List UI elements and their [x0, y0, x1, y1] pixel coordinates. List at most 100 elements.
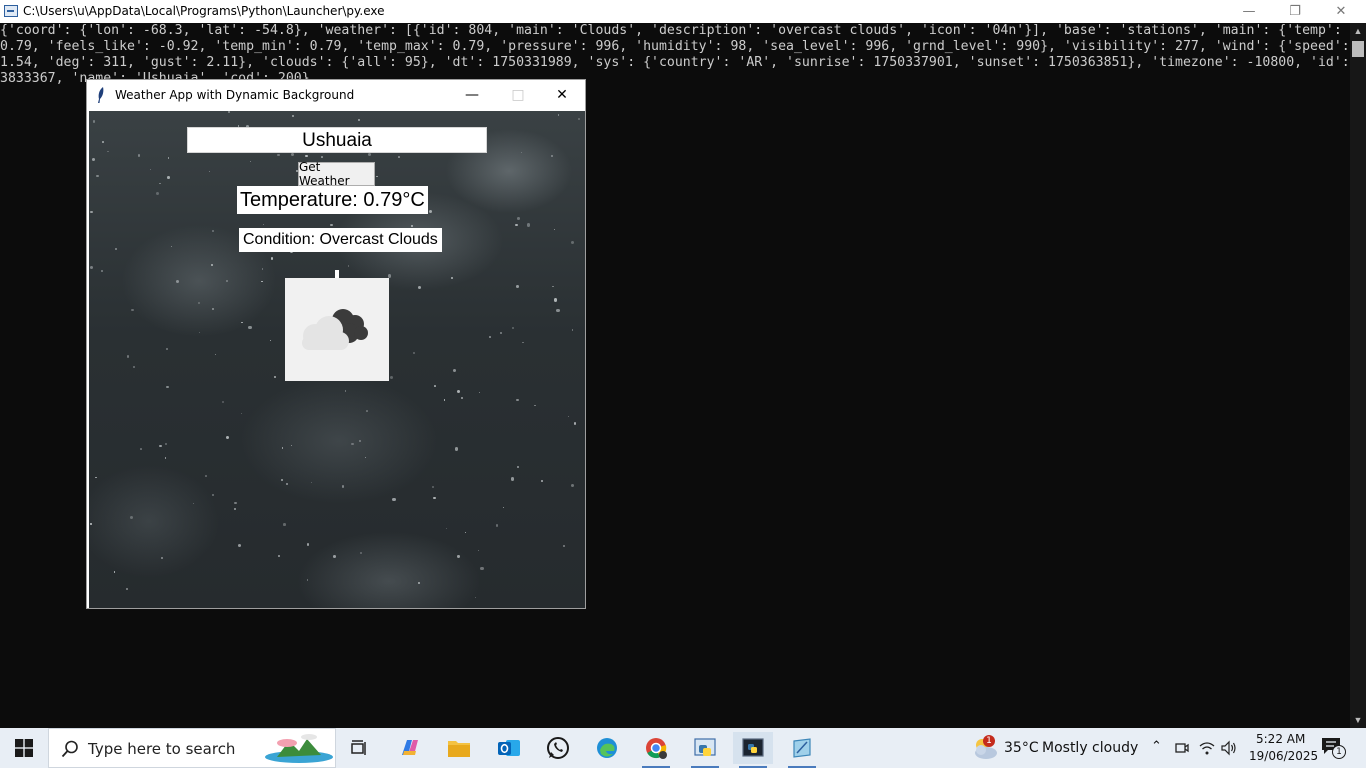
snow-speck [221, 400, 224, 403]
scroll-up-arrow-icon[interactable]: ▲ [1350, 23, 1366, 39]
snow-speck [290, 153, 294, 157]
snow-speck [418, 286, 422, 290]
console-close-button[interactable]: ✕ [1318, 0, 1364, 23]
chrome-button[interactable] [636, 732, 676, 768]
edge-button[interactable] [587, 732, 627, 764]
snow-speck [280, 478, 284, 482]
snow-speck [477, 550, 479, 552]
python-launcher-button[interactable] [685, 732, 725, 768]
snow-speck [551, 285, 554, 288]
app-maximize-button: □ [511, 87, 525, 103]
whatsapp-button[interactable] [538, 732, 578, 764]
tk-app-icon [793, 738, 811, 758]
snow-speck [140, 447, 143, 450]
snow-speck [433, 496, 436, 499]
snow-speck [209, 170, 211, 172]
snow-speck [526, 223, 531, 227]
snow-speck [155, 191, 159, 195]
weather-alert-badge: 1 [983, 735, 995, 747]
snow-speck [344, 390, 347, 392]
snow-speck [553, 228, 556, 231]
snow-speck [551, 154, 554, 158]
search-highlight-icon [265, 734, 333, 763]
snow-speck [570, 240, 575, 245]
snow-speck [479, 391, 481, 394]
condition-label: Condition: Overcast Clouds [239, 228, 442, 252]
snow-speck [237, 543, 242, 547]
snow-speck [263, 223, 265, 225]
snow-speck [204, 475, 207, 477]
snow-speck [131, 308, 134, 312]
snow-speck [241, 321, 243, 324]
app-titlebar[interactable]: Weather App with Dynamic Background — □ … [87, 80, 585, 110]
scroll-down-arrow-icon[interactable]: ▼ [1350, 712, 1366, 728]
task-view-button[interactable] [340, 732, 380, 764]
snow-speck [358, 119, 361, 122]
copilot-button[interactable] [390, 732, 430, 764]
snow-speck [306, 543, 309, 546]
task-view-icon [351, 740, 366, 755]
weather-app-window: Weather App with Dynamic Background — □ … [86, 79, 586, 609]
outlook-button[interactable] [489, 732, 529, 764]
snow-speck [533, 404, 536, 407]
snow-speck [453, 369, 457, 373]
snow-speck [496, 524, 499, 527]
console-app-icon [4, 5, 18, 17]
city-input[interactable] [187, 127, 487, 153]
snow-speck [433, 384, 436, 387]
taskbar-search-box[interactable]: Type here to search [48, 728, 336, 768]
snow-speck [166, 385, 170, 389]
snow-speck [277, 153, 280, 157]
snow-speck [512, 327, 515, 330]
start-button[interactable] [0, 728, 48, 768]
notification-center-button[interactable]: 1 [1320, 736, 1350, 762]
snow-speck [283, 523, 286, 526]
show-hidden-icons-chevron-icon[interactable]: ⌃ [1151, 739, 1162, 754]
taskbar-weather-widget[interactable]: 1 35°C Mostly cloudy [966, 728, 1138, 768]
snow-speck [412, 351, 416, 355]
console-output: {'coord': {'lon': -68.3, 'lat': -54.8}, … [0, 23, 1350, 86]
snow-speck [510, 477, 514, 481]
snow-speck [198, 331, 201, 333]
snow-speck [137, 154, 141, 157]
wifi-icon[interactable] [1199, 740, 1215, 756]
snow-speck [392, 498, 396, 502]
snow-speck [520, 151, 522, 153]
console-titlebar: C:\Users\u\AppData\Local\Programs\Python… [0, 0, 1366, 23]
snow-speck [358, 440, 361, 443]
snow-speck [95, 476, 97, 479]
clock[interactable]: 5:22 AM 19/06/2025 [1244, 730, 1318, 766]
console-minimize-button[interactable]: — [1226, 0, 1272, 23]
snow-speck [113, 571, 115, 573]
scrollbar-thumb[interactable] [1352, 41, 1364, 57]
snow-speck [457, 390, 461, 394]
app-minimize-button[interactable]: — [449, 80, 495, 110]
snow-speck [311, 481, 313, 484]
weather-icon [285, 278, 389, 381]
volume-icon[interactable] [1221, 740, 1237, 756]
console-scrollbar[interactable]: ▲ ▼ [1350, 23, 1366, 728]
tk-app-task-button[interactable] [782, 732, 822, 768]
get-weather-button[interactable]: Get Weather [298, 160, 375, 188]
snow-speck [571, 483, 575, 487]
snow-speck [159, 444, 162, 448]
snow-speck [164, 457, 166, 459]
snow-speck [516, 398, 519, 401]
app-close-button[interactable]: ✕ [539, 80, 585, 110]
console-task-button[interactable] [733, 732, 773, 768]
snow-speck [574, 422, 577, 425]
snow-speck [503, 507, 505, 509]
snow-speck [499, 331, 502, 334]
snow-speck [305, 154, 308, 158]
snow-speck [270, 257, 274, 260]
snow-speck [351, 442, 354, 445]
snow-speck [125, 587, 129, 590]
snow-speck [417, 581, 420, 584]
file-explorer-button[interactable] [439, 732, 479, 764]
snow-speck [411, 225, 413, 227]
snow-speck [455, 447, 459, 451]
edge-icon [597, 738, 617, 758]
console-restore-button[interactable]: ❐ [1272, 0, 1318, 23]
snow-speck [360, 552, 363, 555]
meet-now-icon[interactable] [1175, 741, 1189, 755]
